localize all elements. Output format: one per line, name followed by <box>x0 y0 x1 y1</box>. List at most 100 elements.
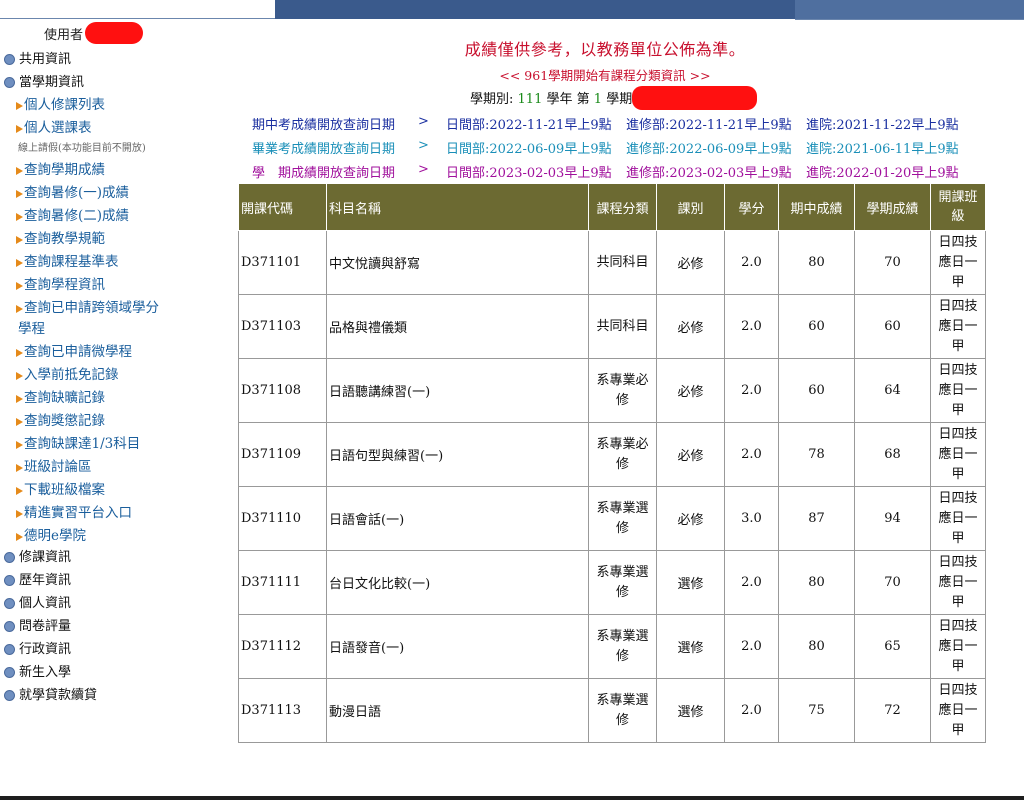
sub-item-label: 查詢缺曠記錄 <box>24 390 105 406</box>
date-row-day: 日間部:2023-02-03早上9點 <box>446 166 612 181</box>
cell-midterm: 60 <box>778 294 855 359</box>
sidebar-sub-class-files[interactable]: 下載班級檔案 <box>16 478 105 498</box>
cell-category: 系專業必修 <box>588 422 657 487</box>
term-label-mid: 學年 第 <box>546 92 590 107</box>
term-indicator: 學期別: 111 學年 第 1 學期 <box>470 85 758 110</box>
sidebar-sub-cross-domain-cont[interactable]: 學程 <box>18 317 45 337</box>
sidebar-sub-teaching-rules[interactable]: 查詢教學規範 <box>16 227 105 247</box>
cell-midterm: 80 <box>778 550 855 615</box>
sidebar-sub-rewards[interactable]: 查詢獎懲記錄 <box>16 409 105 429</box>
sidebar-item-admin[interactable]: 行政資訊 <box>4 638 71 657</box>
sidebar-item-label: 歷年資訊 <box>19 573 72 588</box>
sidebar-item-survey[interactable]: 問卷評量 <box>4 615 71 634</box>
arrow-icon <box>16 394 23 403</box>
cell-type: 選修 <box>656 550 725 615</box>
cell-credit: 2.0 <box>724 358 779 423</box>
cell-code: D371108 <box>238 358 327 423</box>
sidebar-item-label: 就學貸款續貸 <box>19 688 98 703</box>
sidebar-sub-summer2[interactable]: 查詢暑修(二)成績 <box>16 204 129 224</box>
cell-name: 日語會話(一) <box>326 486 589 551</box>
arrow-icon <box>16 258 23 267</box>
cell-final: 64 <box>854 358 931 423</box>
top-bar-right <box>795 0 1024 19</box>
sidebar-sub-curriculum[interactable]: 查詢課程基準表 <box>16 250 119 270</box>
sidebar-sub-summer1[interactable]: 查詢暑修(一)成績 <box>16 181 129 201</box>
table-row: D371113 動漫日語 系專業選修選修 2.0 75 72 日四技 應日一甲 <box>238 678 986 743</box>
sub-item-label: 查詢已申請跨領域學分 <box>24 300 159 316</box>
sidebar-item-shared-info[interactable]: 共用資訊 <box>4 48 71 67</box>
sidebar-sub-e-academy[interactable]: 德明e學院 <box>16 524 86 544</box>
date-row-day: 日間部:2022-06-09早上9點 <box>446 142 612 157</box>
category-info-link[interactable]: << 961學期開始有課程分類資訊 >> <box>240 65 970 84</box>
sidebar-item-personal[interactable]: 個人資訊 <box>4 592 71 611</box>
graduation-date-row: 畢業考成績開放查詢日期 > 日間部:2022-06-09早上9點 進修部:202… <box>252 138 972 157</box>
date-row-arrow: > <box>418 162 429 177</box>
sidebar-sub-term-grades[interactable]: 查詢學期成績 <box>16 158 105 178</box>
cell-midterm: 78 <box>778 422 855 487</box>
cell-credit: 2.0 <box>724 614 779 679</box>
cell-type: 必修 <box>656 294 725 359</box>
sidebar-sub-cross-domain[interactable]: 查詢已申請跨領域學分 <box>16 296 159 316</box>
sidebar-sub-absence[interactable]: 查詢缺曠記錄 <box>16 386 105 406</box>
col-header-final: 學期成績 <box>854 183 931 231</box>
date-row-arrow: > <box>418 114 429 129</box>
cell-name: 中文悅讀與舒寫 <box>326 230 589 295</box>
sidebar-sub-micro-program[interactable]: 查詢已申請微學程 <box>16 340 132 360</box>
date-row-ext: 進修部:2022-11-21早上9點 <box>626 118 792 133</box>
cell-name: 日語發音(一) <box>326 614 589 679</box>
cell-category: 系專業選修 <box>588 550 657 615</box>
cell-credit: 3.0 <box>724 486 779 551</box>
table-row: D371108 日語聽講練習(一) 系專業必修必修 2.0 60 64 日四技 應日一甲 <box>238 358 986 423</box>
term-year: 111 <box>517 92 543 107</box>
sidebar-sub-schedule[interactable]: 個人選課表 <box>16 116 92 136</box>
user-label-text: 使用者 <box>44 28 84 43</box>
sub-item-label: 查詢學期成績 <box>24 162 105 178</box>
arrow-icon <box>16 486 23 495</box>
cell-class: 日四技 應日一甲 <box>930 614 986 679</box>
table-row: D371111 台日文化比較(一) 系專業選修選修 2.0 80 70 日四技 應日一甲 <box>238 550 986 615</box>
sidebar-item-current-term[interactable]: 當學期資訊 <box>4 71 84 90</box>
cell-category: 共同科目 <box>588 294 657 359</box>
arrow-icon <box>16 532 23 541</box>
sidebar-item-label: 新生入學 <box>19 665 72 680</box>
sidebar-item-label: 共用資訊 <box>19 52 72 67</box>
cell-final: 60 <box>854 294 931 359</box>
arrow-icon <box>16 166 23 175</box>
cell-credit: 2.0 <box>724 422 779 487</box>
sidebar-sub-credit-waiver[interactable]: 入學前抵免記錄 <box>16 363 119 383</box>
sidebar-sub-program-info[interactable]: 查詢學程資訊 <box>16 273 105 293</box>
sidebar-sub-course-list[interactable]: 個人修課列表 <box>16 93 105 113</box>
sidebar-sub-absent-third[interactable]: 查詢缺課達1/3科目 <box>16 432 140 452</box>
grades-header-row: 開課代碼 科目名稱 課程分類 課別 學分 期中成績 學期成績 開課班級 <box>238 183 986 231</box>
cell-code: D371109 <box>238 422 327 487</box>
redacted-info <box>632 85 758 110</box>
sidebar-item-freshman[interactable]: 新生入學 <box>4 661 71 680</box>
cell-midterm: 87 <box>778 486 855 551</box>
arrow-icon <box>16 212 23 221</box>
sub-item-label: 下載班級檔案 <box>24 482 105 498</box>
cell-type: 選修 <box>656 678 725 743</box>
sidebar-item-student-loan[interactable]: 就學貸款續貸 <box>4 684 97 703</box>
sidebar-item-course-info[interactable]: 修課資訊 <box>4 546 71 565</box>
bullet-icon <box>4 598 15 609</box>
table-row: D371110 日語會話(一) 系專業選修必修 3.0 87 94 日四技 應日一甲 <box>238 486 986 551</box>
cell-midterm: 60 <box>778 358 855 423</box>
sidebar-sub-internship[interactable]: 精進實習平台入口 <box>16 501 132 521</box>
sidebar-item-history[interactable]: 歷年資訊 <box>4 569 71 588</box>
date-row-label: 期中考成績開放查詢日期 <box>252 118 396 133</box>
user-label: 使用者 <box>44 21 144 44</box>
cell-midterm: 75 <box>778 678 855 743</box>
date-row-inst: 進院:2021-06-11早上9點 <box>806 142 959 157</box>
arrow-icon <box>16 463 23 472</box>
arrow-icon <box>16 281 23 290</box>
sub-item-label: 查詢缺課達1/3科目 <box>24 436 141 452</box>
cell-credit: 2.0 <box>724 550 779 615</box>
cell-class: 日四技 應日一甲 <box>930 550 986 615</box>
sidebar-sub-class-forum[interactable]: 班級討論區 <box>16 455 92 475</box>
cell-type: 選修 <box>656 614 725 679</box>
grades-notice: 成績僅供參考，以教務單位公佈為準。 <box>464 40 746 59</box>
sub-item-label: 個人修課列表 <box>24 97 105 113</box>
date-row-label: 畢業考成績開放查詢日期 <box>252 142 396 157</box>
cell-final: 94 <box>854 486 931 551</box>
date-row-label: 學 期成績開放查詢日期 <box>252 166 396 181</box>
